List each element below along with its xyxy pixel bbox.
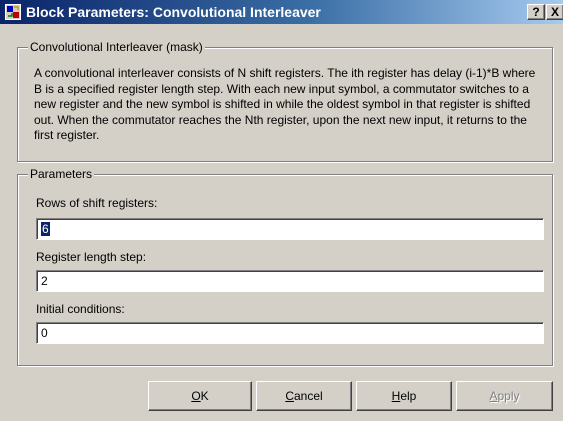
title-bar[interactable]: Block Parameters: Convolutional Interlea… (0, 0, 563, 24)
help-button[interactable]: Help (356, 381, 452, 411)
block-parameters-dialog: Block Parameters: Convolutional Interlea… (0, 0, 563, 421)
register-length-step-input[interactable]: 2 (36, 270, 544, 292)
rows-of-shift-registers-label: Rows of shift registers: (36, 196, 158, 210)
register-length-step-label: Register length step: (36, 250, 147, 264)
apply-button-label: pply (497, 389, 520, 403)
register-length-step-value: 2 (41, 274, 48, 288)
window-title: Block Parameters: Convolutional Interlea… (26, 4, 321, 20)
simulink-block-icon (5, 4, 21, 20)
rows-of-shift-registers-input[interactable]: 6 (36, 218, 544, 240)
initial-conditions-input[interactable]: 0 (36, 322, 544, 344)
description-group-legend: Convolutional Interleaver (mask) (28, 40, 205, 54)
initial-conditions-label: Initial conditions: (36, 302, 125, 316)
help-question-icon[interactable]: ? (527, 4, 545, 20)
apply-button-mnemonic: A (489, 389, 498, 403)
cancel-button[interactable]: Cancel (256, 381, 352, 411)
initial-conditions-value: 0 (41, 326, 48, 340)
rows-of-shift-registers-value: 6 (41, 222, 50, 236)
block-description-text: A convolutional interleaver consists of … (34, 66, 536, 142)
description-group: Convolutional Interleaver (mask) A convo… (17, 40, 553, 162)
ok-button[interactable]: OK (148, 381, 252, 411)
ok-button-mnemonic: O (191, 389, 201, 403)
cancel-button-label: ancel (293, 389, 323, 403)
parameters-group-legend: Parameters (28, 167, 95, 181)
help-button-label: elp (400, 389, 417, 403)
cancel-button-mnemonic: C (285, 389, 294, 403)
apply-button[interactable]: Apply (456, 381, 553, 411)
close-icon[interactable]: X (546, 4, 563, 20)
ok-button-label: K (200, 389, 209, 403)
